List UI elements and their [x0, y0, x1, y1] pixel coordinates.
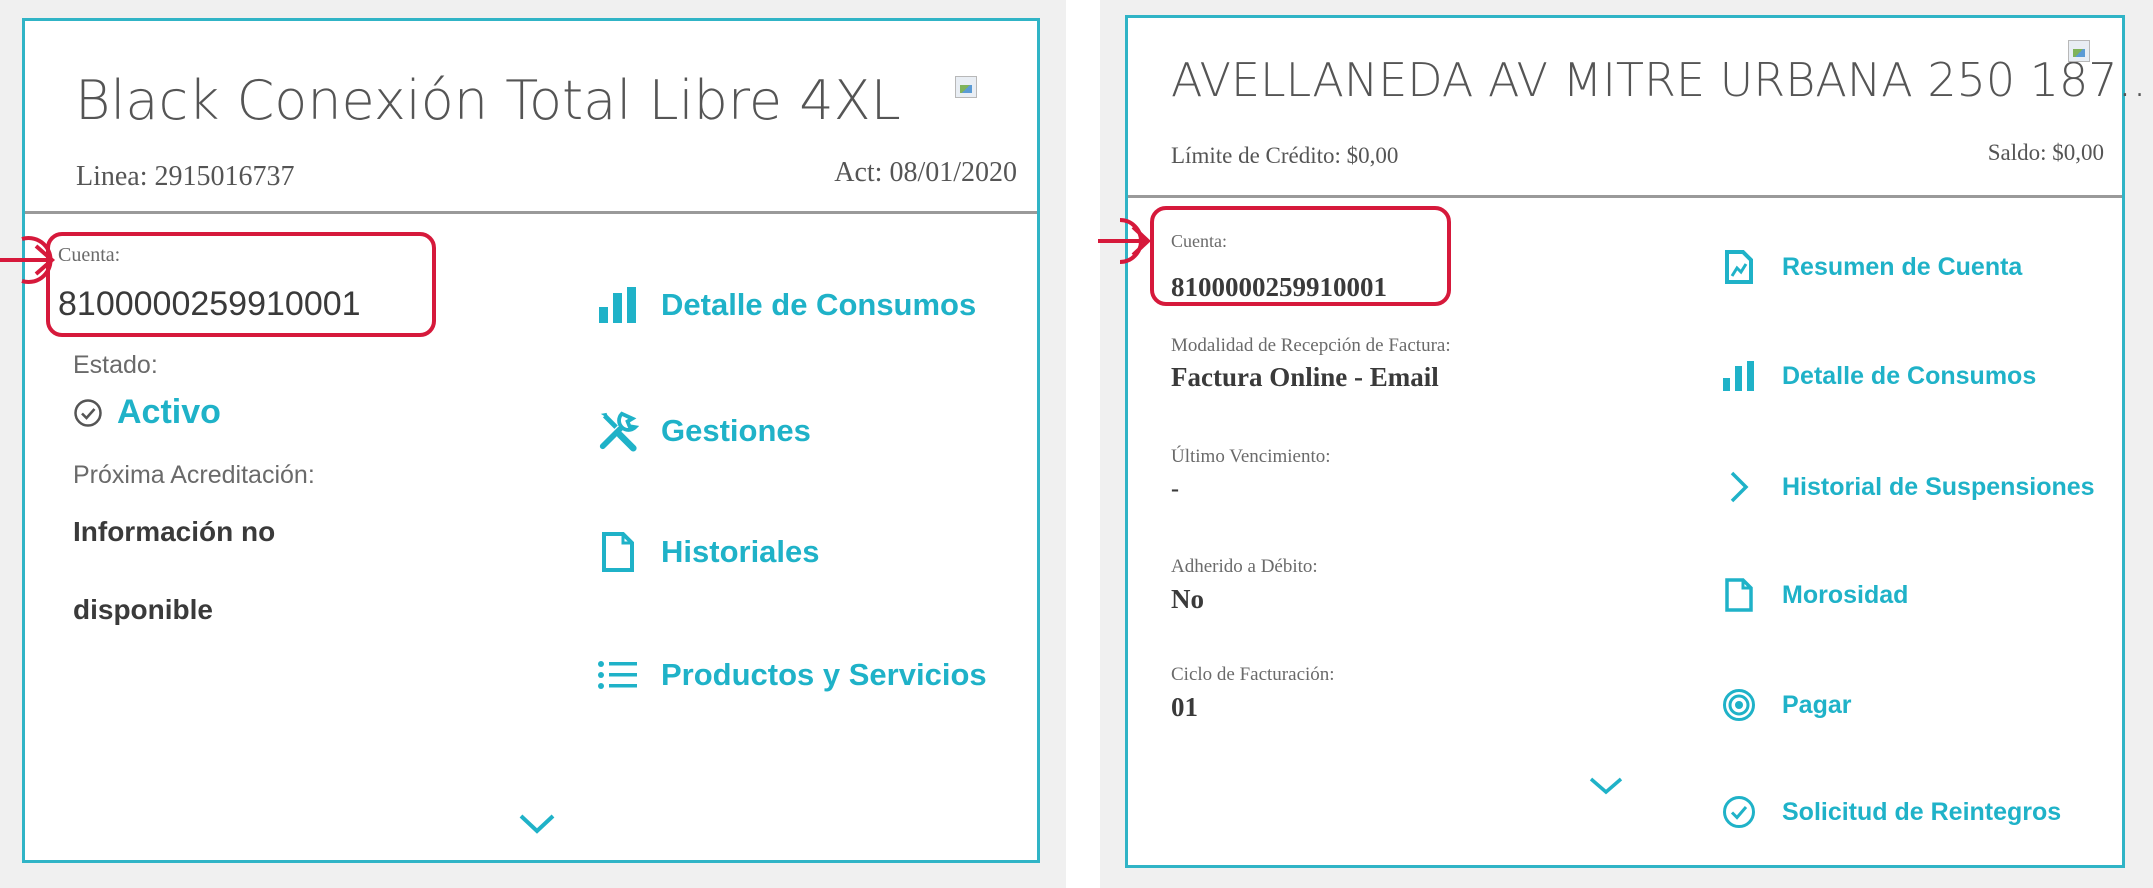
document-icon: [1722, 578, 1756, 612]
resumen-cuenta-link[interactable]: Resumen de Cuenta: [1722, 250, 2022, 284]
next-credit-value-cont: disponible: [73, 594, 213, 625]
cycle-value: 01: [1171, 692, 1198, 722]
list-icon: [597, 659, 639, 691]
tools-icon: [597, 409, 639, 453]
action-label: Historiales: [661, 534, 820, 569]
chevron-right-icon: [1722, 470, 1756, 504]
document-icon: [597, 531, 639, 573]
status-text: Activo: [117, 393, 221, 431]
target-icon: [1722, 688, 1756, 722]
arrow-pointer-icon: [1098, 212, 1160, 275]
line-number: Linea: 2915016737: [76, 161, 295, 192]
detalle-consumos-link[interactable]: Detalle de Consumos: [1722, 360, 2036, 392]
action-label: Detalle de Consumos: [1782, 361, 2037, 390]
check-circle-icon: [73, 398, 103, 428]
action-label: Historial de Suspensiones: [1782, 472, 2095, 501]
pagar-link[interactable]: Pagar: [1722, 688, 1851, 722]
credit-limit: Límite de Crédito: $0,00: [1171, 143, 1399, 168]
broken-image-icon: [2068, 40, 2090, 62]
header-divider: [25, 211, 1037, 214]
action-label: Morosidad: [1782, 580, 1909, 609]
detalle-consumos-link[interactable]: Detalle de Consumos: [597, 285, 976, 325]
action-label: Pagar: [1782, 690, 1852, 719]
action-label: Solicitud de Reintegros: [1782, 797, 2062, 826]
header-divider: [1128, 195, 2122, 198]
solicitud-reintegros-link[interactable]: Solicitud de Reintegros: [1722, 795, 2061, 829]
historial-suspensiones-link[interactable]: Historial de Suspensiones: [1722, 470, 2095, 504]
account-card: AVELLANEDA AV MITRE URBANA 250 187... Lí…: [1125, 15, 2153, 868]
reception-value: Factura Online - Email: [1171, 362, 1439, 392]
address-title: AVELLANEDA AV MITRE URBANA 250 187...: [1171, 53, 2153, 107]
plan-title: Black Conexión Total Libre 4XL: [75, 69, 901, 132]
next-credit-label: Próxima Acreditación:: [73, 461, 315, 489]
status-value: Activo: [73, 393, 221, 432]
account-highlight-box: [46, 232, 436, 337]
check-circle-icon: [1722, 795, 1756, 829]
action-label: Gestiones: [661, 413, 811, 448]
balance: Saldo: $0,00: [1987, 140, 2104, 165]
status-label: Estado:: [73, 351, 158, 379]
cycle-label: Ciclo de Facturación:: [1171, 664, 1335, 685]
expand-chevron-icon[interactable]: [518, 813, 556, 840]
gestiones-link[interactable]: Gestiones: [597, 409, 811, 453]
arrow-pointer-icon: [0, 230, 66, 295]
account-highlight-box: [1150, 206, 1451, 306]
activation-date: Act: 08/01/2020: [834, 157, 1017, 188]
debit-value: No: [1171, 584, 1204, 614]
morosidad-link[interactable]: Morosidad: [1722, 578, 1908, 612]
reception-label: Modalidad de Recepción de Factura:: [1171, 335, 1451, 356]
action-label: Detalle de Consumos: [661, 287, 977, 322]
action-label: Productos y Servicios: [661, 657, 987, 692]
expand-chevron-icon[interactable]: [1588, 776, 1624, 801]
statement-icon: [1722, 250, 1756, 284]
historiales-link[interactable]: Historiales: [597, 531, 820, 573]
debit-label: Adherido a Débito:: [1171, 556, 1318, 577]
next-credit-value: Información no: [73, 516, 276, 547]
bar-chart-icon: [1722, 360, 1756, 392]
productos-servicios-link[interactable]: Productos y Servicios: [597, 657, 987, 693]
last-due-value: -: [1171, 476, 1179, 502]
action-label: Resumen de Cuenta: [1782, 252, 2023, 281]
address-title-text: AVELLANEDA AV MITRE URBANA 250 187...: [1171, 53, 2153, 107]
broken-image-icon: [955, 76, 977, 98]
bar-chart-icon: [597, 285, 639, 325]
line-card: Black Conexión Total Libre 4XL Linea: 29…: [22, 18, 1040, 863]
last-due-label: Último Vencimiento:: [1171, 446, 1331, 467]
